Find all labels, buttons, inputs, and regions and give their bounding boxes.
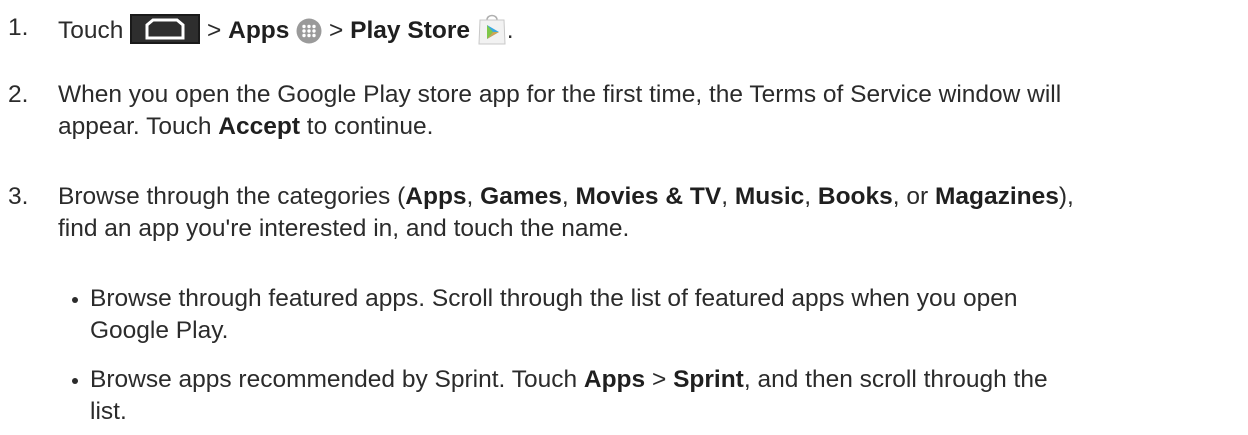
- step-number: 2.: [8, 81, 29, 108]
- step-text: Browse through the categories (Apps, Gam…: [58, 183, 1074, 242]
- bullet-icon: [72, 297, 78, 303]
- apps-grid-icon: [296, 18, 322, 53]
- step-number: 3.: [8, 183, 29, 210]
- step-number: 1.: [8, 14, 29, 41]
- bullet-icon: [72, 378, 78, 384]
- step-text: Touch > Apps > Play Store .: [58, 12, 1240, 55]
- list-item-text: Browse through featured apps. Scroll thr…: [90, 285, 1018, 344]
- home-button-icon: [130, 14, 201, 53]
- list-item-text: Browse apps recommended by Sprint. Touch…: [90, 366, 1048, 425]
- step-text: When you open the Google Play store app …: [58, 81, 1062, 140]
- play-store-icon: [477, 12, 507, 55]
